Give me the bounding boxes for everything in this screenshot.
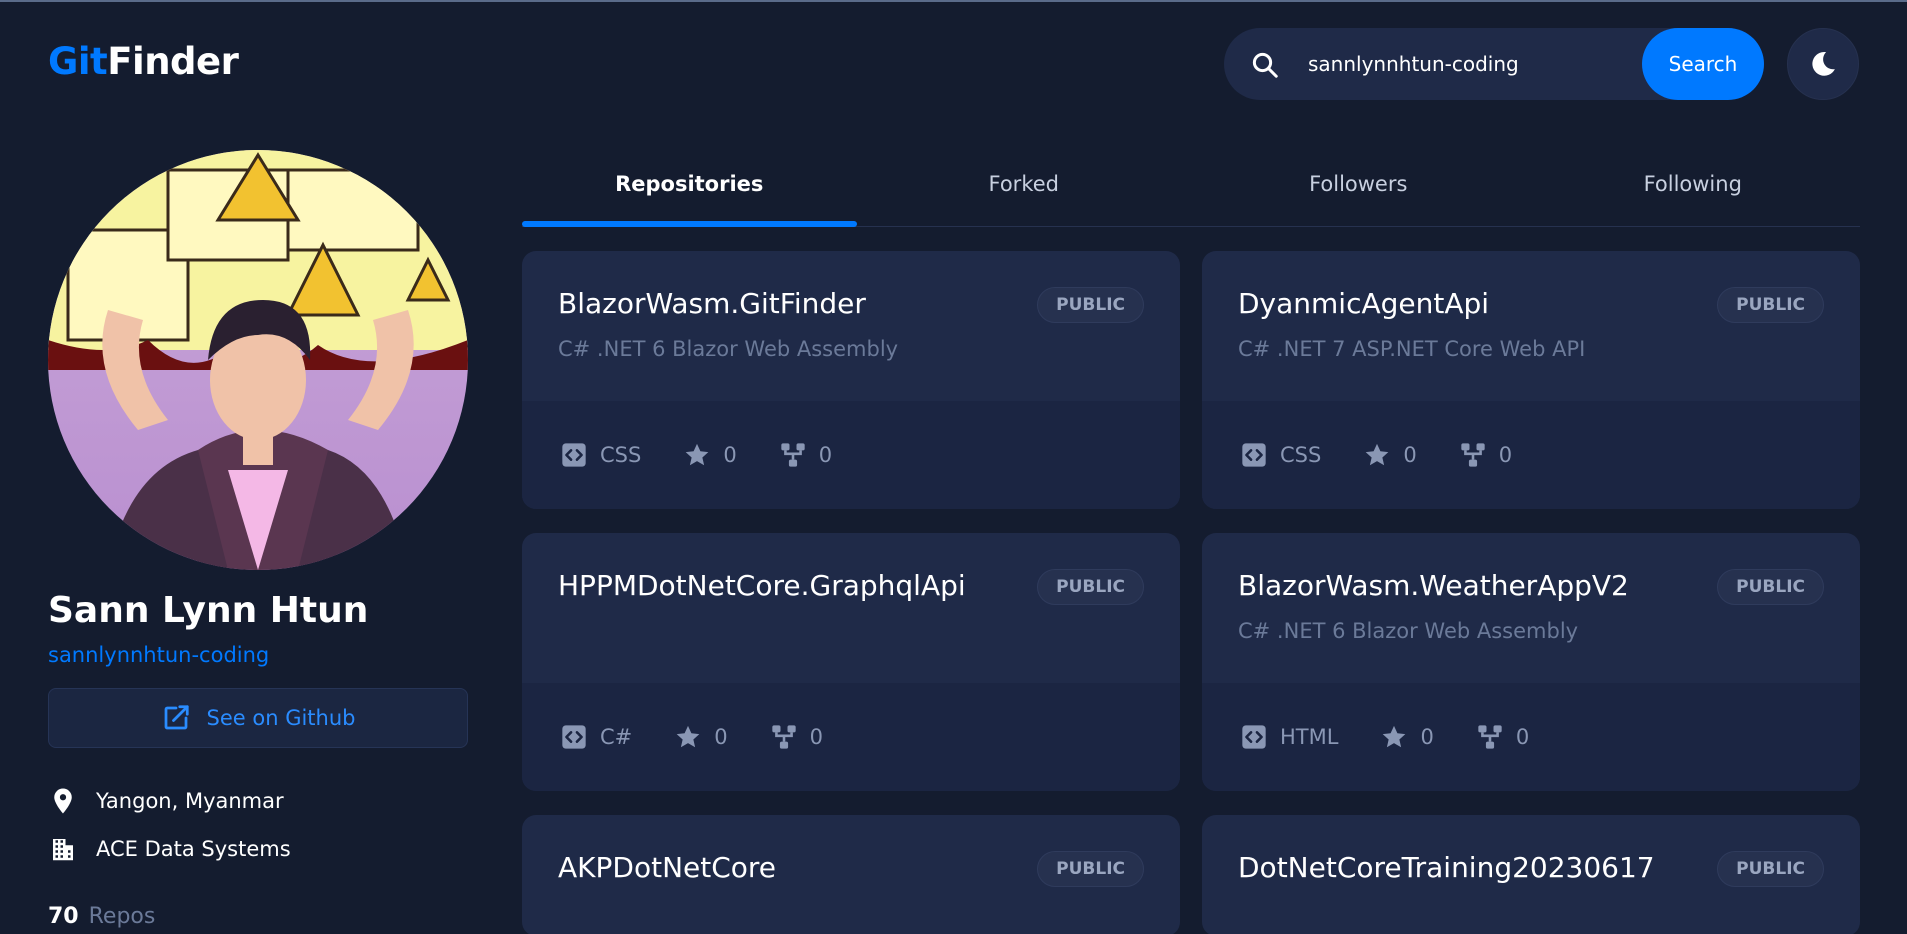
app-logo[interactable]: GitFinder	[48, 40, 239, 83]
avatar	[48, 150, 468, 570]
repo-stars: 0	[1363, 441, 1417, 469]
forks-count: 0	[1498, 443, 1513, 467]
visibility-badge: PUBLIC	[1037, 851, 1144, 887]
repo-language: HTML	[1240, 723, 1338, 751]
logo-part-finder: Finder	[107, 40, 239, 83]
repo-card[interactable]: BlazorWasm.WeatherAppV2 PUBLIC C# .NET 6…	[1202, 533, 1860, 791]
repo-language: CSS	[1240, 441, 1321, 469]
repos-stat: 70 Repos	[48, 904, 155, 929]
repo-card[interactable]: DyanmicAgentApi PUBLIC C# .NET 7 ASP.NET…	[1202, 251, 1860, 509]
code-icon	[1242, 443, 1266, 467]
repos-count: 70	[48, 904, 79, 929]
fork-icon	[1478, 725, 1502, 749]
profile-login-link[interactable]: sannlynnhtun-coding	[48, 643, 269, 667]
repo-description: C# .NET 6 Blazor Web Assembly	[558, 337, 899, 361]
stars-count: 0	[1403, 443, 1417, 467]
repo-card[interactable]: DotNetCoreTraining20230617 PUBLIC	[1202, 815, 1860, 934]
fork-icon	[781, 443, 805, 467]
search-bar: Search	[1224, 28, 1764, 100]
star-icon	[676, 725, 700, 748]
repo-forks: 0	[770, 723, 823, 751]
visibility-badge: PUBLIC	[1717, 851, 1824, 887]
stars-count: 0	[1420, 725, 1434, 749]
repo-name: HPPMDotNetCore.GraphqlApi	[558, 569, 966, 602]
repo-card[interactable]: HPPMDotNetCore.GraphqlApi PUBLIC C# 0 0	[522, 533, 1180, 791]
language-label: HTML	[1280, 725, 1339, 749]
repo-name: BlazorWasm.GitFinder	[558, 287, 866, 320]
visibility-badge: PUBLIC	[1717, 287, 1824, 323]
repo-description: C# .NET 6 Blazor Web Assembly	[1238, 619, 1579, 643]
repo-language: CSS	[560, 441, 641, 469]
search-input[interactable]	[1308, 48, 1638, 80]
see-on-github-label: See on Github	[206, 706, 356, 730]
repos-label: Repos	[88, 904, 156, 929]
language-label: CSS	[1280, 443, 1322, 467]
star-icon	[1383, 725, 1406, 748]
repo-name: AKPDotNetCore	[558, 851, 777, 884]
visibility-badge: PUBLIC	[1037, 569, 1144, 605]
search-button[interactable]: Search	[1642, 28, 1764, 100]
code-icon	[1242, 725, 1266, 749]
repo-language: C#	[560, 723, 632, 751]
repo-name: DyanmicAgentApi	[1238, 287, 1490, 320]
profile-location: Yangon, Myanmar	[48, 786, 284, 816]
logo-part-git: Git	[48, 40, 108, 83]
fork-icon	[771, 725, 796, 749]
fork-icon	[1461, 443, 1485, 467]
code-icon	[562, 725, 586, 749]
profile-tabs: Repositories Forked Followers Following	[522, 162, 1860, 227]
repo-name: DotNetCoreTraining20230617	[1238, 851, 1655, 884]
language-label: C#	[600, 725, 633, 749]
repo-forks: 0	[1459, 441, 1512, 469]
repo-name: BlazorWasm.WeatherAppV2	[1238, 569, 1629, 602]
visibility-badge: PUBLIC	[1037, 287, 1144, 323]
repo-stars: 0	[674, 723, 728, 751]
search-icon	[1252, 52, 1278, 78]
company-text: ACE Data Systems	[96, 837, 291, 861]
star-icon	[1366, 443, 1389, 466]
moon-icon	[1812, 51, 1835, 76]
tab-following[interactable]: Following	[1526, 162, 1861, 226]
code-icon	[562, 443, 586, 467]
stars-count: 0	[714, 725, 728, 749]
theme-toggle-button[interactable]	[1787, 28, 1859, 100]
tab-repositories[interactable]: Repositories	[522, 162, 857, 227]
forks-count: 0	[1515, 725, 1530, 749]
forks-count: 0	[809, 725, 824, 749]
repo-description: C# .NET 7 ASP.NET Core Web API	[1238, 337, 1586, 361]
repo-stars: 0	[683, 441, 737, 469]
location-text: Yangon, Myanmar	[96, 789, 284, 813]
external-link-icon	[164, 705, 189, 730]
tab-followers[interactable]: Followers	[1191, 162, 1526, 226]
repo-card[interactable]: BlazorWasm.GitFinder PUBLIC C# .NET 6 Bl…	[522, 251, 1180, 509]
star-icon	[686, 443, 709, 466]
see-on-github-button[interactable]: See on Github	[48, 688, 468, 748]
profile-company: ACE Data Systems	[48, 834, 291, 864]
repo-forks: 0	[779, 441, 832, 469]
repo-forks: 0	[1476, 723, 1529, 751]
location-pin-icon	[54, 788, 72, 814]
profile-name: Sann Lynn Htun	[48, 590, 369, 631]
building-icon	[53, 839, 73, 861]
stars-count: 0	[723, 443, 737, 467]
tab-forked[interactable]: Forked	[857, 162, 1192, 226]
visibility-badge: PUBLIC	[1717, 569, 1824, 605]
language-label: CSS	[600, 443, 642, 467]
forks-count: 0	[818, 443, 833, 467]
repo-stars: 0	[1380, 723, 1434, 751]
repo-card[interactable]: AKPDotNetCore PUBLIC	[522, 815, 1180, 934]
